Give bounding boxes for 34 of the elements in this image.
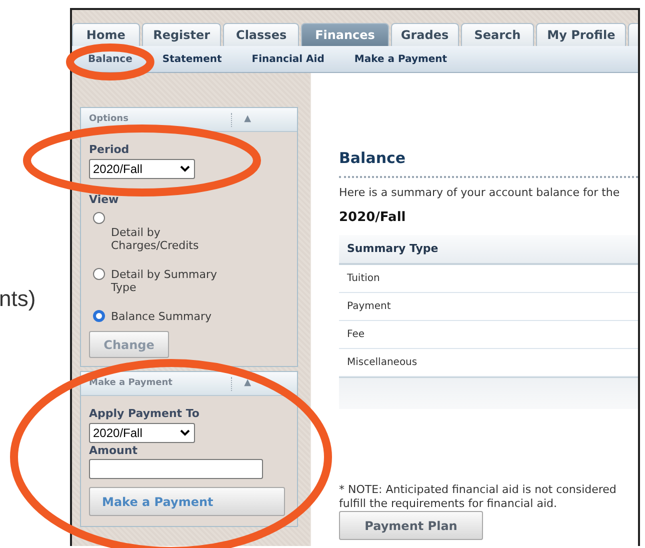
radio-option[interactable]: Balance Summary xyxy=(93,310,289,323)
term-select[interactable]: 2020/Fall xyxy=(89,422,195,442)
field-label: View xyxy=(89,192,119,208)
column-header: Summary Type xyxy=(339,235,638,265)
nav-tab[interactable]: Grades xyxy=(390,23,459,46)
subnav-link[interactable]: Financial Aid xyxy=(252,50,324,68)
page-heading: Balance xyxy=(339,148,407,169)
table-cell: Tuition xyxy=(339,265,638,293)
radio-option[interactable]: Detail by Charges/Credits xyxy=(93,212,289,252)
nav-tab[interactable]: Home xyxy=(72,23,140,46)
payment-plan-button[interactable]: Payment Plan xyxy=(339,511,483,540)
chevron-down-icon xyxy=(180,429,190,436)
table-cell: Fee xyxy=(339,321,638,349)
footnote-text: * NOTE: Anticipated financial aid is not considered fulfill the requirements for financial aid. xyxy=(339,483,618,511)
subnav-link[interactable]: Make a Payment xyxy=(354,50,448,68)
chevron-down-icon xyxy=(180,165,190,172)
amount-field[interactable] xyxy=(89,459,263,479)
table-cell: Payment xyxy=(339,293,638,321)
field-label: Amount xyxy=(89,442,138,458)
subnav-link[interactable]: Statement xyxy=(162,50,222,68)
nav-tab[interactable]: My Profile xyxy=(536,23,626,46)
panel-title: Options xyxy=(89,112,130,126)
field-label: Apply Payment To xyxy=(89,406,200,422)
period-select[interactable]: 2020/Fall xyxy=(89,158,195,178)
subnav-link[interactable]: Balance xyxy=(88,50,132,68)
panel-title: Make a Payment xyxy=(89,376,174,390)
body-text: nts) xyxy=(0,285,36,313)
field-label: Period xyxy=(89,142,130,158)
nav-tab[interactable]: Classes xyxy=(223,23,300,46)
nav-tab[interactable]: Search xyxy=(460,23,534,46)
radio-option[interactable]: Detail by Summary Type xyxy=(93,268,289,294)
nav-tab[interactable]: Register xyxy=(142,23,222,46)
intro-text: Here is a summary of your account balance for the xyxy=(339,186,621,200)
period-heading: 2020/Fall xyxy=(339,208,407,226)
